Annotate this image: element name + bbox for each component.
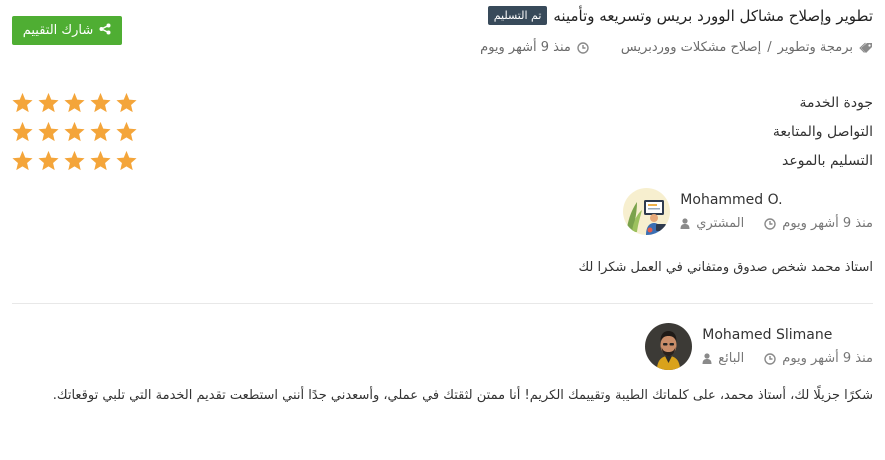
breadcrumb-separator: / bbox=[767, 40, 772, 55]
project-title[interactable]: تطوير وإصلاح مشاكل الوورد بريس وتسريعه و… bbox=[553, 7, 873, 25]
share-button-label: شارك التقييم bbox=[22, 23, 94, 38]
clock-icon bbox=[764, 352, 776, 365]
star-icon bbox=[12, 150, 33, 171]
star-icon bbox=[38, 150, 59, 171]
ratings-list: جودة الخدمة التواصل والمتابعة التسليم با… bbox=[11, 88, 873, 175]
seller-role: البائع bbox=[718, 351, 745, 366]
breadcrumb-subcategory[interactable]: إصلاح مشكلات ووردبريس bbox=[621, 40, 761, 55]
seller-avatar[interactable] bbox=[645, 323, 693, 370]
star-icon bbox=[12, 92, 33, 113]
star-rating bbox=[11, 121, 138, 142]
star-icon bbox=[64, 121, 85, 142]
star-icon bbox=[64, 150, 85, 171]
seller-reply-time: منذ 9 أشهر ويوم bbox=[782, 351, 873, 366]
user-icon bbox=[702, 353, 712, 364]
star-rating bbox=[11, 150, 138, 171]
star-icon bbox=[90, 121, 111, 142]
buyer-role: المشتري bbox=[696, 216, 745, 231]
rating-delivery: التسليم بالموعد bbox=[11, 146, 873, 175]
star-icon bbox=[12, 121, 33, 142]
rating-label: جودة الخدمة bbox=[799, 94, 873, 111]
share-rating-button[interactable]: شارك التقييم bbox=[12, 16, 122, 45]
buyer-avatar[interactable] bbox=[623, 188, 671, 235]
clock-icon bbox=[577, 41, 589, 54]
divider bbox=[12, 303, 873, 304]
rating-communication: التواصل والمتابعة bbox=[11, 117, 873, 146]
star-icon bbox=[116, 121, 137, 142]
seller-reply: Mohamed Slimane البائع منذ 9 أشهر ويوم ش… bbox=[11, 323, 873, 408]
star-icon bbox=[64, 92, 85, 113]
star-icon bbox=[116, 150, 137, 171]
star-icon bbox=[90, 150, 111, 171]
star-icon bbox=[90, 92, 111, 113]
breadcrumb-category[interactable]: برمجة وتطوير bbox=[778, 40, 853, 55]
project-time: منذ 9 أشهر ويوم bbox=[480, 40, 571, 55]
buyer-review-time: منذ 9 أشهر ويوم bbox=[782, 216, 873, 231]
user-icon bbox=[680, 218, 690, 229]
buyer-review-text: استاذ محمد شخص صدوق ومتفاني في العمل شكر… bbox=[578, 260, 873, 275]
project-meta: برمجة وتطوير / إصلاح مشكلات ووردبريس منذ… bbox=[480, 40, 873, 55]
buyer-review: Mohammed O. المشتري منذ 9 أشهر ويوم استا… bbox=[11, 188, 873, 280]
seller-name[interactable]: Mohamed Slimane bbox=[702, 327, 832, 343]
project-title-row: تم التسليم تطوير وإصلاح مشاكل الوورد بري… bbox=[487, 6, 873, 25]
tags-icon bbox=[859, 42, 873, 54]
status-badge: تم التسليم bbox=[487, 6, 548, 25]
rating-quality: جودة الخدمة bbox=[11, 88, 873, 117]
star-icon bbox=[38, 92, 59, 113]
share-icon bbox=[99, 23, 111, 39]
buyer-name[interactable]: Mohammed O. bbox=[680, 192, 782, 208]
clock-icon bbox=[764, 217, 776, 230]
star-rating bbox=[11, 92, 138, 113]
star-icon bbox=[116, 92, 137, 113]
rating-label: التواصل والمتابعة bbox=[772, 123, 873, 140]
seller-reply-text: شكرًا جزيلًا لك، أستاذ محمد، على كلماتك … bbox=[52, 388, 873, 403]
star-icon bbox=[38, 121, 59, 142]
rating-label: التسليم بالموعد bbox=[782, 152, 873, 169]
